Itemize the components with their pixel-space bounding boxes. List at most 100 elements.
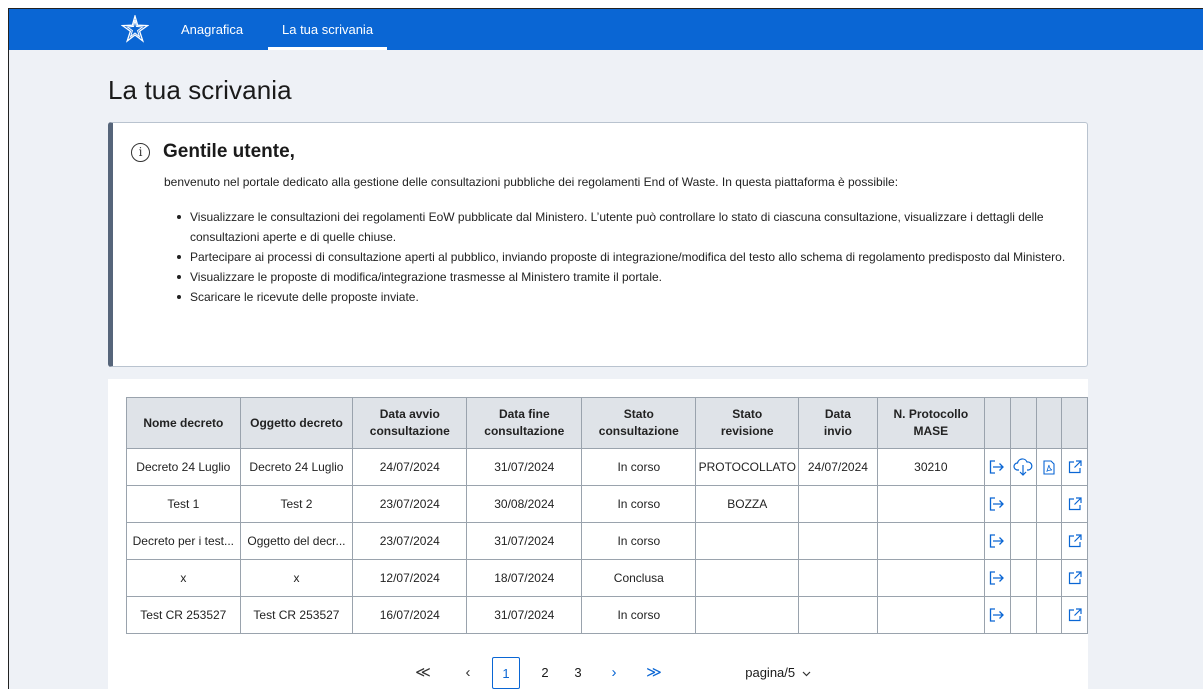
table-cell: In corso bbox=[581, 448, 697, 486]
table-cell: 31/07/2024 bbox=[466, 448, 583, 486]
column-header: Data fine consultazione bbox=[466, 397, 583, 449]
cloud-download-icon[interactable] bbox=[1011, 458, 1035, 476]
table-cell bbox=[695, 522, 800, 560]
action-column-header bbox=[984, 397, 1011, 449]
column-header: Data avvio consultazione bbox=[352, 397, 468, 449]
table-cell: 24/07/2024 bbox=[352, 448, 468, 486]
nav-item-anagrafica[interactable]: Anagrafica bbox=[167, 9, 257, 50]
consultations-panel: Nome decreto Oggetto decreto Data avvio … bbox=[108, 379, 1088, 689]
table-cell: Decreto per i test... bbox=[126, 522, 241, 560]
table-cell bbox=[695, 596, 800, 634]
column-header: N. Protocollo MASE bbox=[876, 397, 986, 449]
table-cell: Decreto 24 Luglio bbox=[126, 448, 241, 486]
info-bullet: Partecipare ai processi di consultazione… bbox=[176, 247, 1066, 267]
action-cell bbox=[984, 485, 1011, 523]
action-cell bbox=[1009, 485, 1037, 523]
column-header: Stato consultazione bbox=[581, 397, 697, 449]
table-cell: 30/08/2024 bbox=[466, 485, 583, 523]
table-cell: 23/07/2024 bbox=[352, 485, 468, 523]
action-cell bbox=[1009, 522, 1037, 560]
pdf-icon[interactable] bbox=[1037, 459, 1061, 475]
table-cell: 31/07/2024 bbox=[466, 522, 583, 560]
header-text: Data invio bbox=[823, 407, 852, 438]
table-row: Test 1 Test 2 23/07/2024 30/08/2024 In corso… bbox=[126, 485, 1088, 523]
table-cell bbox=[876, 559, 986, 597]
exit-icon[interactable] bbox=[986, 460, 1010, 474]
table-body: Decreto 24 Luglio Decreto 24 Luglio 24/07/… bbox=[126, 448, 1088, 634]
info-header: i Gentile utente, bbox=[131, 141, 295, 163]
action-cell bbox=[1035, 596, 1063, 634]
action-cell bbox=[984, 596, 1011, 634]
table-cell bbox=[695, 559, 800, 597]
column-header: Oggetto decreto bbox=[239, 397, 354, 449]
table-cell bbox=[798, 485, 878, 523]
open-external-icon[interactable] bbox=[1063, 534, 1087, 548]
first-page-button[interactable]: ≪ bbox=[411, 657, 435, 689]
page-3-button[interactable]: 3 bbox=[568, 657, 588, 689]
table-cell bbox=[798, 522, 878, 560]
top-navbar: Anagrafica La tua scrivania bbox=[9, 9, 1203, 50]
table-row: x x 12/07/2024 18/07/2024 Conclusa bbox=[126, 559, 1088, 597]
table-cell: Conclusa bbox=[581, 559, 697, 597]
action-cell bbox=[1035, 559, 1063, 597]
table-cell: Test CR 253527 bbox=[126, 596, 241, 634]
table-cell: In corso bbox=[581, 485, 697, 523]
info-intro: benvenuto nel portale dedicato alla gest… bbox=[164, 175, 899, 189]
table-cell: 18/07/2024 bbox=[466, 559, 583, 597]
open-external-icon[interactable] bbox=[1063, 460, 1087, 474]
page-title: La tua scrivania bbox=[108, 75, 292, 105]
action-cell bbox=[1061, 485, 1088, 523]
table-row: Decreto 24 Luglio Decreto 24 Luglio 24/07/… bbox=[126, 448, 1088, 486]
header-text: N. Protocollo MASE bbox=[893, 407, 969, 438]
action-cell bbox=[1061, 596, 1088, 634]
info-bullet: Scaricare le ricevute delle proposte inv… bbox=[176, 287, 1066, 307]
column-header: Stato revisione bbox=[695, 397, 800, 449]
table-cell bbox=[876, 485, 986, 523]
header-text: Stato consultazione bbox=[598, 407, 679, 438]
table-cell: BOZZA bbox=[695, 485, 800, 523]
table-cell: 23/07/2024 bbox=[352, 522, 468, 560]
consultations-table: Nome decreto Oggetto decreto Data avvio … bbox=[126, 397, 1088, 634]
exit-icon[interactable] bbox=[986, 608, 1010, 622]
exit-icon[interactable] bbox=[986, 571, 1010, 585]
table-cell: 24/07/2024 bbox=[798, 448, 878, 486]
table-cell: 31/07/2024 bbox=[466, 596, 583, 634]
table-row: Test CR 253527 Test CR 253527 16/07/2024 31… bbox=[126, 596, 1088, 634]
action-cell bbox=[1009, 596, 1037, 634]
table-cell: 12/07/2024 bbox=[352, 559, 468, 597]
table-cell: x bbox=[239, 559, 354, 597]
table-cell bbox=[798, 596, 878, 634]
last-page-button[interactable]: ≫ bbox=[640, 657, 668, 689]
table-cell: 16/07/2024 bbox=[352, 596, 468, 634]
table-cell: Test CR 253527 bbox=[239, 596, 354, 634]
open-external-icon[interactable] bbox=[1063, 608, 1087, 622]
starfish-logo-icon[interactable] bbox=[121, 15, 149, 43]
table-cell bbox=[876, 596, 986, 634]
action-cell bbox=[1009, 448, 1037, 486]
table-cell: Oggetto del decr... bbox=[239, 522, 354, 560]
header-text: Data avvio consultazione bbox=[369, 407, 450, 438]
nav-item-la-tua-scrivania[interactable]: La tua scrivania bbox=[268, 9, 388, 50]
action-column-header bbox=[1061, 397, 1088, 449]
action-cell bbox=[1061, 522, 1088, 560]
action-cell bbox=[1009, 559, 1037, 597]
exit-icon[interactable] bbox=[986, 497, 1010, 511]
action-cell bbox=[1035, 485, 1063, 523]
page-2-button[interactable]: 2 bbox=[535, 657, 555, 689]
info-icon: i bbox=[131, 142, 150, 162]
page-select-dropdown[interactable]: pagina/5 bbox=[728, 657, 828, 689]
column-header: Nome decreto bbox=[126, 397, 241, 449]
prev-page-button[interactable]: ‹ bbox=[456, 657, 480, 689]
table-header-row: Nome decreto Oggetto decreto Data avvio … bbox=[126, 397, 1088, 449]
action-column-header bbox=[1035, 397, 1063, 449]
exit-icon[interactable] bbox=[986, 534, 1010, 548]
open-external-icon[interactable] bbox=[1063, 497, 1087, 511]
page-1-button[interactable]: 1 bbox=[492, 657, 520, 689]
table-cell: Decreto 24 Luglio bbox=[239, 448, 354, 486]
column-header: Data invio bbox=[798, 397, 878, 449]
action-cell bbox=[984, 448, 1011, 486]
next-page-button[interactable]: › bbox=[602, 657, 626, 689]
action-cell bbox=[984, 522, 1011, 560]
open-external-icon[interactable] bbox=[1063, 571, 1087, 585]
header-text: Stato revisione bbox=[720, 407, 774, 438]
